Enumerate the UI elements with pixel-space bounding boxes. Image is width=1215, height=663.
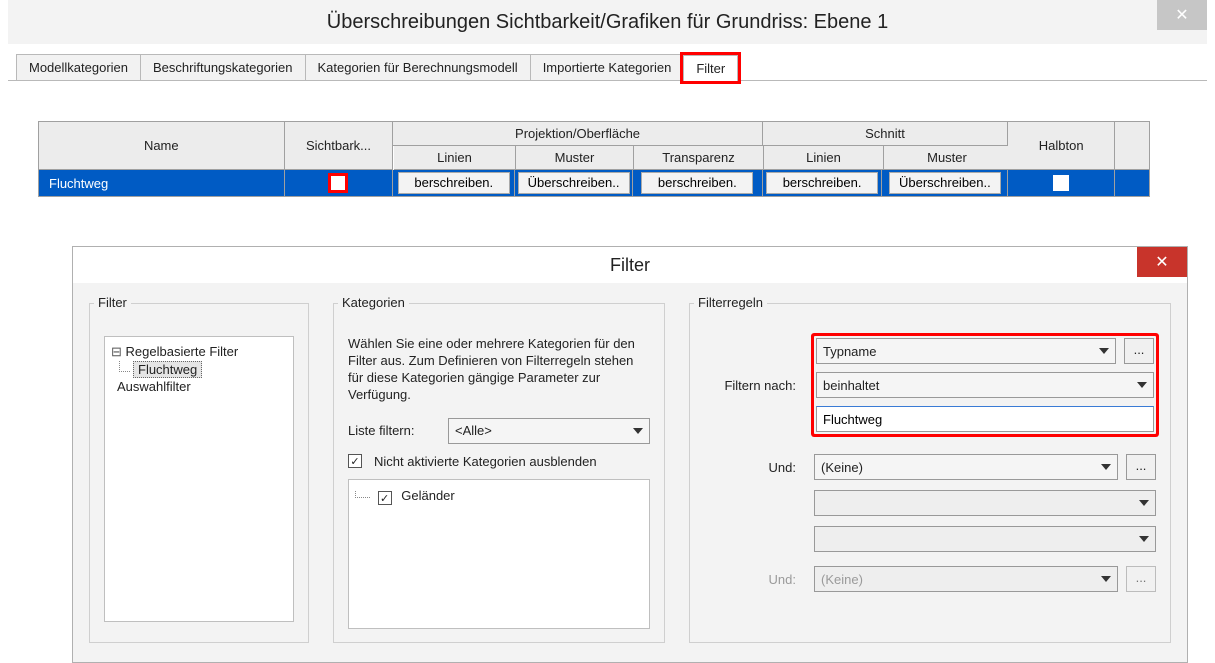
group-filter-legend: Filter	[94, 295, 131, 310]
header-cut-patterns: Muster	[884, 146, 1010, 170]
header-proj-transparency: Transparenz	[634, 146, 764, 170]
and-label-2: Und:	[704, 572, 804, 587]
filter-dialog-titlebar: Filter ✕	[73, 247, 1187, 283]
and-operator-combo-1	[814, 490, 1156, 516]
filter-dialog: Filter ✕ Filter Regelbasierte Filter Flu…	[72, 246, 1188, 663]
vg-title: Überschreibungen Sichtbarkeit/Grafiken f…	[8, 11, 1207, 34]
filter-dialog-title: Filter	[610, 255, 650, 276]
tree-root-auswahlfilter[interactable]: Auswahlfilter	[115, 378, 289, 395]
filter-by-label: Filtern nach:	[704, 378, 804, 393]
list-filter-combo[interactable]: <Alle>	[448, 418, 650, 444]
group-filter: Filter Regelbasierte Filter Fluchtweg Au…	[89, 303, 309, 643]
row-visibility-checkbox[interactable]	[328, 173, 348, 193]
category-tree[interactable]: ✓ Geländer	[348, 479, 650, 629]
tree-item-fluchtweg[interactable]: Fluchtweg	[131, 361, 289, 378]
category-item-gelaender[interactable]: ✓ Geländer	[355, 488, 643, 506]
group-categories-legend: Kategorien	[338, 295, 409, 310]
header-halftone: Halbton	[1008, 122, 1115, 170]
row-cut-lines-button[interactable]: berschreiben.	[766, 172, 878, 194]
header-proj-patterns: Muster	[516, 146, 634, 170]
and-parameter-more-button-1[interactable]: ...	[1126, 454, 1156, 480]
chevron-down-icon	[1101, 576, 1111, 582]
visibility-graphics-dialog: Überschreibungen Sichtbarkeit/Grafiken f…	[8, 0, 1207, 197]
row-proj-patterns-button[interactable]: Überschreiben..	[518, 172, 630, 194]
filter-table: Name Sichtbark... Projektion/Oberfläche …	[38, 121, 1150, 197]
tab-beschriftungskategorien[interactable]: Beschriftungskategorien	[140, 54, 305, 80]
header-proj-lines: Linien	[394, 146, 516, 170]
filter-parameter-combo[interactable]: Typname	[816, 338, 1116, 364]
filter-dialog-close-button[interactable]: ✕	[1137, 247, 1187, 277]
chevron-down-icon	[1101, 464, 1111, 470]
group-categories: Kategorien Wählen Sie eine oder mehrere …	[333, 303, 665, 643]
row-halftone-checkbox[interactable]	[1053, 175, 1069, 191]
hide-unchecked-label: Nicht aktivierte Kategorien ausblenden	[374, 454, 597, 469]
table-row-selected[interactable]: Fluchtweg berschreiben. Überschreiben.. …	[39, 170, 1149, 196]
row-cut-patterns-button[interactable]: Überschreiben..	[889, 172, 1001, 194]
tree-root-regelbasierte[interactable]: Regelbasierte Filter	[109, 343, 289, 361]
filter-operator-combo[interactable]: beinhaltet	[816, 372, 1154, 398]
tab-filter[interactable]: Filter	[683, 55, 738, 81]
and-parameter-combo-1[interactable]: (Keine)	[814, 454, 1118, 480]
and-parameter-combo-2: (Keine)	[814, 566, 1118, 592]
vg-tabstrip: Modellkategorien Beschriftungskategorien…	[8, 54, 1207, 81]
chevron-down-icon	[1137, 382, 1147, 388]
filter-tree[interactable]: Regelbasierte Filter Fluchtweg Auswahlfi…	[104, 336, 294, 622]
close-icon: ✕	[1175, 5, 1188, 25]
vg-titlebar: Überschreibungen Sichtbarkeit/Grafiken f…	[8, 0, 1207, 44]
header-cut-lines: Linien	[764, 146, 884, 170]
category-checkbox[interactable]: ✓	[378, 491, 392, 505]
chevron-down-icon	[1139, 536, 1149, 542]
header-projection-group: Projektion/Oberfläche	[393, 122, 762, 146]
row-proj-lines-button[interactable]: berschreiben.	[398, 172, 510, 194]
hide-unchecked-checkbox[interactable]: ✓	[348, 454, 362, 468]
list-filter-label: Liste filtern:	[348, 423, 438, 438]
and-label-1: Und:	[704, 460, 804, 475]
tab-berechnungsmodell[interactable]: Kategorien für Berechnungsmodell	[305, 54, 531, 80]
tab-modellkategorien[interactable]: Modellkategorien	[16, 54, 141, 80]
chevron-down-icon	[1099, 348, 1109, 354]
group-rules: Filterregeln Filtern nach: Typname ... b…	[689, 303, 1171, 643]
categories-help-text: Wählen Sie eine oder mehrere Kategorien …	[348, 336, 650, 404]
tab-importierte-kategorien[interactable]: Importierte Kategorien	[530, 54, 685, 80]
header-name: Name	[39, 122, 285, 170]
filter-value-input[interactable]	[816, 406, 1154, 432]
group-rules-legend: Filterregeln	[694, 295, 767, 310]
filter-parameter-more-button[interactable]: ...	[1124, 338, 1154, 364]
header-visibility: Sichtbark...	[285, 122, 394, 170]
row-proj-transparency-button[interactable]: berschreiben.	[641, 172, 753, 194]
row-name: Fluchtweg	[49, 176, 108, 191]
vg-close-button[interactable]: ✕	[1157, 0, 1207, 30]
header-tail	[1115, 122, 1149, 170]
chevron-down-icon	[1139, 500, 1149, 506]
chevron-down-icon	[633, 428, 643, 434]
and-value-combo-1	[814, 526, 1156, 552]
header-cut-group: Schnitt	[763, 122, 1009, 146]
close-icon: ✕	[1155, 252, 1168, 272]
and-parameter-more-button-2: ...	[1126, 566, 1156, 592]
